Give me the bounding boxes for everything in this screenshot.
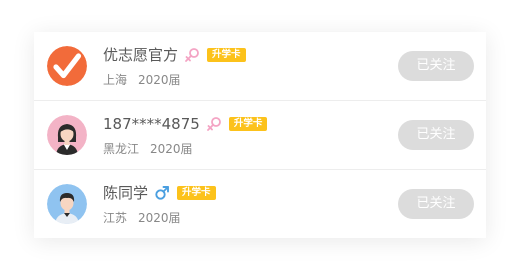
upgrade-card-badge: 升学卡 <box>228 117 268 131</box>
checkmark-logo-icon[interactable] <box>47 46 87 86</box>
user-meta: 上海 2020届 <box>103 71 181 89</box>
user-row[interactable]: 优志愿官方 升学卡 上海 2020届 已关注 <box>34 32 486 101</box>
user-name-line: 陈同学 升学卡 <box>103 182 216 204</box>
male-symbol-icon <box>154 185 170 201</box>
user-region: 江苏 <box>103 211 128 225</box>
male-avatar-icon[interactable] <box>47 184 87 224</box>
user-row[interactable]: 187****4875 升学卡 黑龙江 2020届 已关注 <box>34 101 486 170</box>
followed-button[interactable]: 已关注 <box>398 51 474 81</box>
user-name-line: 187****4875 升学卡 <box>103 113 268 135</box>
user-region: 上海 <box>103 73 128 87</box>
followed-button[interactable]: 已关注 <box>398 120 474 150</box>
followed-button[interactable]: 已关注 <box>398 189 474 219</box>
upgrade-card-badge: 升学卡 <box>207 48 246 62</box>
followed-users-list: 优志愿官方 升学卡 上海 2020届 已关注 187****4875 升学卡 黑… <box>34 32 486 238</box>
user-meta: 黑龙江 2020届 <box>103 140 193 158</box>
user-name: 优志愿官方 <box>103 46 179 64</box>
upgrade-card-badge: 升学卡 <box>177 186 216 200</box>
user-region: 黑龙江 <box>103 142 140 156</box>
user-grad-year: 2020届 <box>138 211 181 225</box>
user-name-line: 优志愿官方 升学卡 <box>103 44 246 66</box>
female-symbol-icon <box>206 116 222 132</box>
user-row[interactable]: 陈同学 升学卡 江苏 2020届 已关注 <box>34 170 486 239</box>
user-grad-year: 2020届 <box>138 73 181 87</box>
user-meta: 江苏 2020届 <box>103 209 181 227</box>
female-symbol-icon <box>184 47 200 63</box>
user-name: 187****4875 <box>103 115 200 133</box>
user-name: 陈同学 <box>103 184 149 202</box>
female-avatar-icon[interactable] <box>47 115 87 155</box>
user-grad-year: 2020届 <box>150 142 193 156</box>
